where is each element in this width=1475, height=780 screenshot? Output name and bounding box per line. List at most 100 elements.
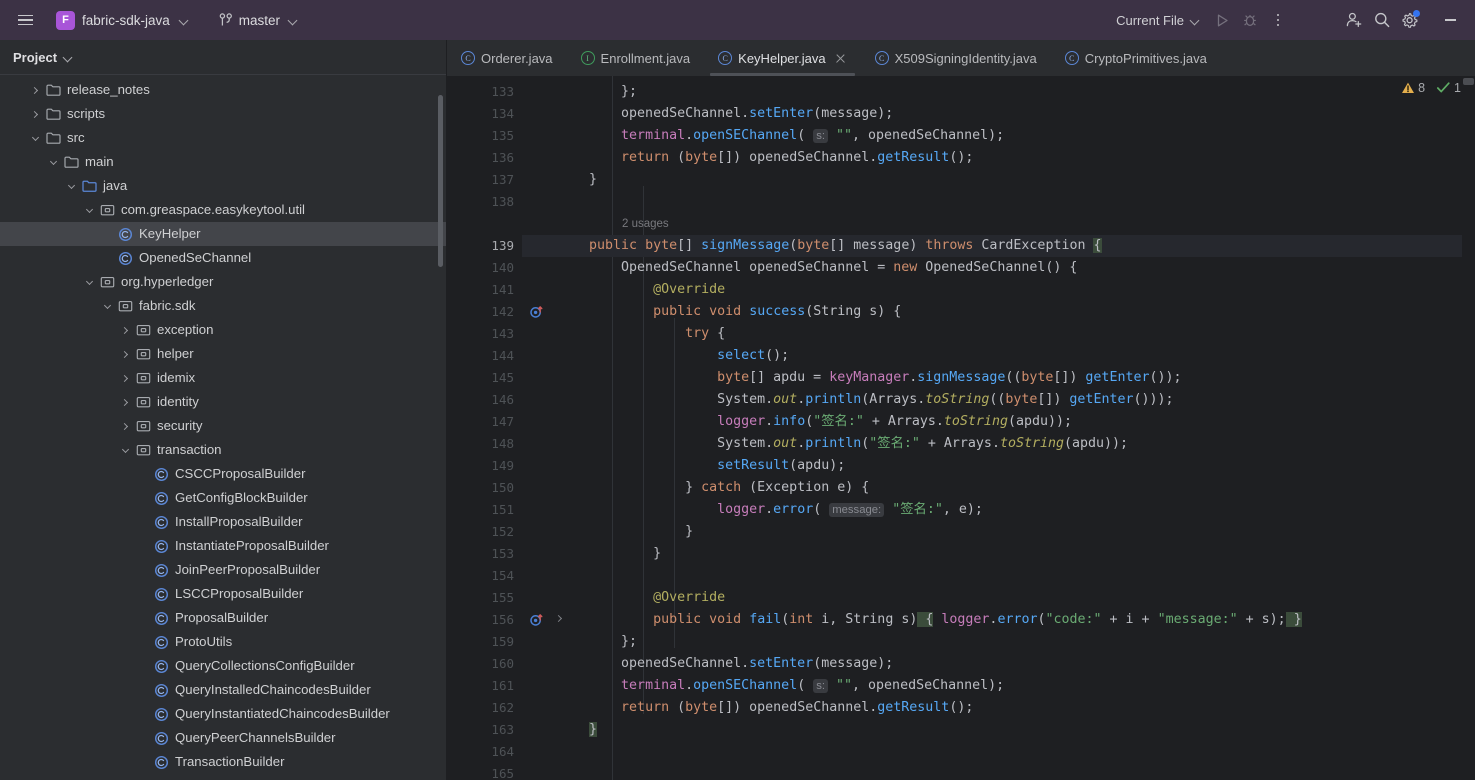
run-configuration-selector[interactable]: Current File [1109, 8, 1207, 33]
tree-item-helper[interactable]: helper [0, 342, 447, 366]
tree-item-scripts[interactable]: scripts [0, 102, 447, 126]
tree-item-release-notes[interactable]: release_notes [0, 78, 447, 102]
chevron-right-icon[interactable] [118, 366, 133, 390]
tree-item-src[interactable]: src [0, 126, 447, 150]
editor-tab-keyhelper-java[interactable]: C KeyHelper.java [704, 40, 861, 76]
editor-tab-orderer-java[interactable]: C Orderer.java [447, 40, 567, 76]
tree-item-protoutils[interactable]: ProtoUtils [0, 630, 447, 654]
tree-item-queryinstantiatedchaincodesbuilder[interactable]: QueryInstantiatedChaincodesBuilder [0, 702, 447, 726]
tree-item-transaction[interactable]: transaction [0, 438, 447, 462]
tree-item-getconfigblockbuilder[interactable]: GetConfigBlockBuilder [0, 486, 447, 510]
tree-item-identity[interactable]: identity [0, 390, 447, 414]
add-account-button[interactable] [1341, 7, 1367, 33]
minimize-button[interactable] [1435, 7, 1465, 33]
line-number-137[interactable]: 137 [447, 169, 522, 191]
tree-item-lsccproposalbuilder[interactable]: LSCCProposalBuilder [0, 582, 447, 606]
line-number-156[interactable]: 156 [447, 609, 563, 631]
close-icon[interactable] [834, 52, 847, 65]
line-number-162[interactable]: 162 [447, 697, 522, 719]
chevron-right-icon[interactable] [118, 318, 133, 342]
ok-group[interactable]: 1 [1436, 81, 1461, 95]
debug-button[interactable] [1237, 7, 1263, 33]
tree-item-csccproposalbuilder[interactable]: CSCCProposalBuilder [0, 462, 447, 486]
chevron-down-icon[interactable] [82, 270, 97, 294]
tree-item-querypeerchannelsbuilder[interactable]: QueryPeerChannelsBuilder [0, 726, 447, 750]
project-selector[interactable]: F fabric-sdk-java [48, 7, 197, 34]
line-number-147[interactable]: 147 [447, 411, 522, 433]
tree-item-joinpeerproposalbuilder[interactable]: JoinPeerProposalBuilder [0, 558, 447, 582]
line-number-134[interactable]: 134 [447, 103, 522, 125]
editor-gutter[interactable]: 133 134 135 136 137 138 139 140 141 142 143 144 145 1… [447, 76, 563, 780]
editor-tab-x509signingidentity-java[interactable]: C X509SigningIdentity.java [861, 40, 1051, 76]
scrollbar-thumb[interactable] [1463, 78, 1474, 85]
line-number-140[interactable]: 140 [447, 257, 522, 279]
tree-item-instantiateproposalbuilder[interactable]: InstantiateProposalBuilder [0, 534, 447, 558]
chevron-down-icon[interactable] [46, 150, 61, 174]
chevron-down-icon[interactable] [100, 294, 115, 318]
tree-item-security[interactable]: security [0, 414, 447, 438]
tree-item-openedsechannel[interactable]: OpenedSeChannel [0, 246, 447, 270]
more-options-button[interactable] [1265, 7, 1291, 33]
search-everywhere-button[interactable] [1369, 7, 1395, 33]
line-number-161[interactable]: 161 [447, 675, 522, 697]
line-number-163[interactable]: 163 [447, 719, 522, 741]
line-number-152[interactable]: 152 [447, 521, 522, 543]
line-number-164[interactable]: 164 [447, 741, 522, 763]
line-number-blank[interactable] [447, 213, 522, 235]
main-menu-icon[interactable] [8, 5, 42, 35]
project-tree[interactable]: release_notes scripts src main java com.greas… [0, 75, 447, 780]
project-tree-scrollbar[interactable] [438, 95, 443, 267]
line-number-135[interactable]: 135 [447, 125, 522, 147]
line-number-142[interactable]: 142 [447, 301, 543, 323]
line-number-159[interactable]: 159 [447, 631, 522, 653]
editor-tab-cryptoprimitives-java[interactable]: C CryptoPrimitives.java [1051, 40, 1221, 76]
chevron-down-icon[interactable] [64, 53, 73, 62]
line-number-151[interactable]: 151 [447, 499, 522, 521]
line-number-141[interactable]: 141 [447, 279, 522, 301]
tree-item-main[interactable]: main [0, 150, 447, 174]
line-number-133[interactable]: 133 [447, 81, 522, 103]
line-number-153[interactable]: 153 [447, 543, 522, 565]
tree-item-idemix[interactable]: idemix [0, 366, 447, 390]
chevron-right-icon[interactable] [28, 78, 43, 102]
chevron-down-icon[interactable] [64, 174, 79, 198]
line-number-144[interactable]: 144 [447, 345, 522, 367]
line-number-138[interactable]: 138 [447, 191, 522, 213]
line-number-149[interactable]: 149 [447, 455, 522, 477]
warning-group[interactable]: 8 [1401, 81, 1425, 95]
tree-item-com-greaspace-easykeytool-util[interactable]: com.greaspace.easykeytool.util [0, 198, 447, 222]
line-number-160[interactable]: 160 [447, 653, 522, 675]
run-button[interactable] [1209, 7, 1235, 33]
line-number-145[interactable]: 145 [447, 367, 522, 389]
chevron-right-icon[interactable] [118, 414, 133, 438]
inspection-widget[interactable]: 8 1 [1401, 81, 1461, 95]
tree-item-installproposalbuilder[interactable]: InstallProposalBuilder [0, 510, 447, 534]
line-number-146[interactable]: 146 [447, 389, 522, 411]
editor-code[interactable]: }; openedSeChannel.setEnter(message); te… [522, 76, 1462, 780]
tree-item-querycollectionsconfigbuilder[interactable]: QueryCollectionsConfigBuilder [0, 654, 447, 678]
chevron-right-icon[interactable] [118, 342, 133, 366]
line-number-143[interactable]: 143 [447, 323, 522, 345]
tree-item-keyhelper[interactable]: KeyHelper [0, 222, 447, 246]
chevron-right-icon[interactable] [28, 102, 43, 126]
line-number-148[interactable]: 148 [447, 433, 522, 455]
line-number-154[interactable]: 154 [447, 565, 522, 587]
tree-item-fabric-sdk[interactable]: fabric.sdk [0, 294, 447, 318]
tree-item-transactionbuilder[interactable]: TransactionBuilder [0, 750, 447, 774]
chevron-right-icon[interactable] [118, 390, 133, 414]
line-number-139[interactable]: 139 [447, 235, 522, 257]
tree-item-exception[interactable]: exception [0, 318, 447, 342]
line-number-155[interactable]: 155 [447, 587, 522, 609]
chevron-down-icon[interactable] [118, 438, 133, 462]
tree-item-queryinstalledchaincodesbuilder[interactable]: QueryInstalledChaincodesBuilder [0, 678, 447, 702]
tree-item-org-hyperledger[interactable]: org.hyperledger [0, 270, 447, 294]
line-number-150[interactable]: 150 [447, 477, 522, 499]
settings-button[interactable] [1397, 7, 1423, 33]
line-number-165[interactable]: 165 [447, 763, 522, 780]
editor-tab-enrollment-java[interactable]: I Enrollment.java [567, 40, 705, 76]
branch-selector[interactable]: master [211, 9, 306, 32]
line-number-136[interactable]: 136 [447, 147, 522, 169]
tree-item-java[interactable]: java [0, 174, 447, 198]
chevron-down-icon[interactable] [28, 126, 43, 150]
chevron-down-icon[interactable] [82, 198, 97, 222]
